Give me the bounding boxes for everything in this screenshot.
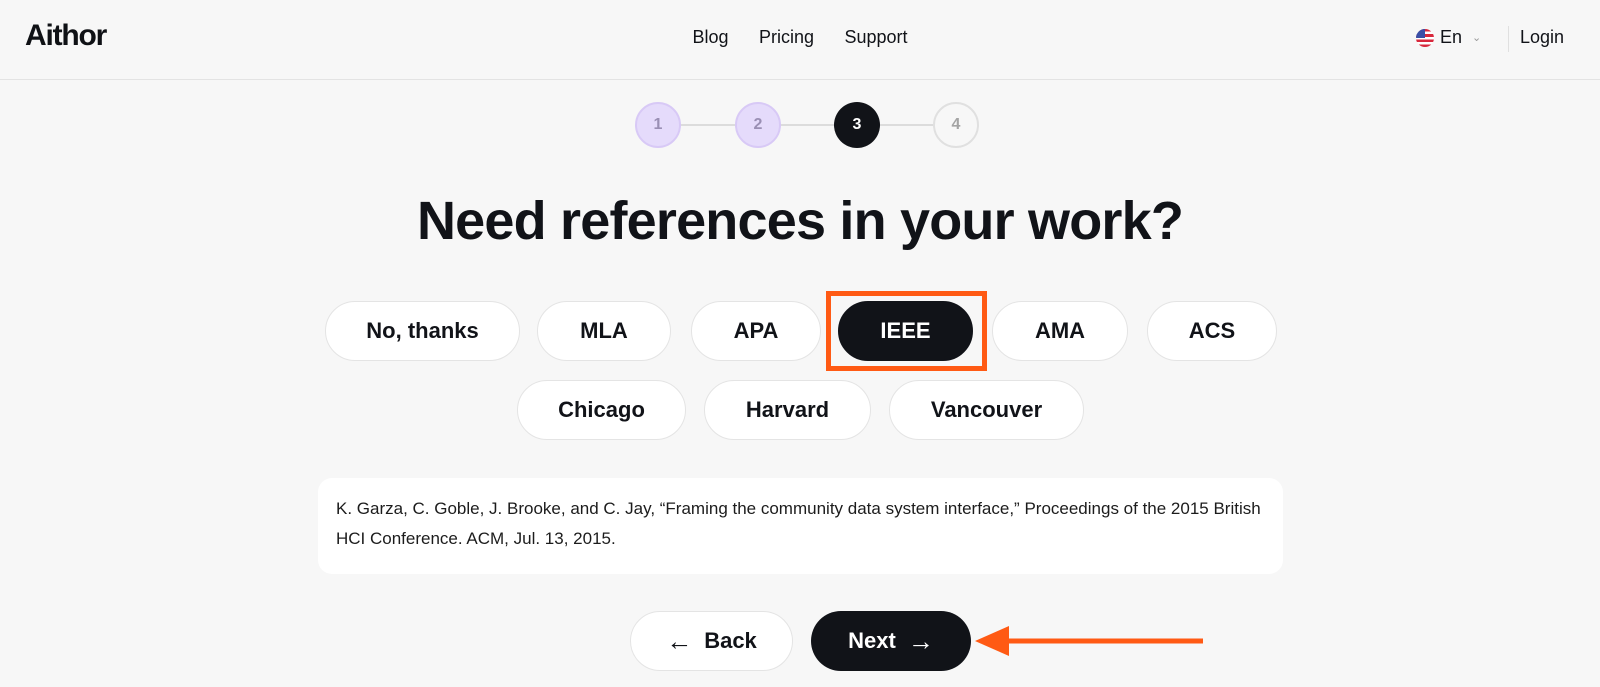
back-button[interactable]: ← Back bbox=[630, 611, 793, 671]
step-connector bbox=[879, 124, 935, 126]
nav-pricing[interactable]: Pricing bbox=[759, 27, 814, 48]
step-3-current: 3 bbox=[834, 102, 880, 148]
top-header: Aithor Blog Pricing Support En ⌄ Login bbox=[0, 0, 1600, 80]
step-connector bbox=[779, 124, 835, 126]
style-option-vancouver[interactable]: Vancouver bbox=[889, 380, 1084, 440]
arrow-right-icon: → bbox=[907, 626, 934, 656]
main-nav: Blog Pricing Support bbox=[0, 27, 1600, 48]
citation-preview: K. Garza, C. Goble, J. Brooke, and C. Ja… bbox=[318, 478, 1283, 574]
style-option-harvard[interactable]: Harvard bbox=[704, 380, 871, 440]
style-option-mla[interactable]: MLA bbox=[537, 301, 671, 361]
us-flag-icon bbox=[1416, 28, 1434, 47]
step-4: 4 bbox=[933, 102, 979, 148]
style-option-no-thanks[interactable]: No, thanks bbox=[325, 301, 520, 361]
step-connector bbox=[679, 124, 735, 126]
nav-support[interactable]: Support bbox=[844, 27, 907, 48]
language-selector[interactable]: En ⌄ bbox=[1416, 27, 1481, 48]
style-option-acs[interactable]: ACS bbox=[1147, 301, 1277, 361]
step-progress: 1 2 3 4 bbox=[635, 102, 979, 148]
header-divider bbox=[1508, 26, 1509, 52]
back-label: Back bbox=[704, 628, 757, 653]
arrow-left-icon: ← bbox=[666, 626, 693, 656]
callout-arrow-icon bbox=[975, 626, 1203, 656]
style-option-chicago[interactable]: Chicago bbox=[517, 380, 686, 440]
style-option-apa[interactable]: APA bbox=[691, 301, 821, 361]
next-label: Next bbox=[848, 628, 896, 653]
step-1[interactable]: 1 bbox=[635, 102, 681, 148]
language-label: En bbox=[1440, 27, 1463, 47]
selection-highlight-box bbox=[826, 291, 987, 371]
chevron-down-icon: ⌄ bbox=[1472, 32, 1482, 44]
nav-blog[interactable]: Blog bbox=[692, 27, 728, 48]
step-2[interactable]: 2 bbox=[735, 102, 781, 148]
page-title: Need references in your work? bbox=[416, 191, 1184, 251]
login-link[interactable]: Login bbox=[1520, 27, 1564, 48]
next-button[interactable]: Next → bbox=[811, 611, 971, 671]
style-option-ama[interactable]: AMA bbox=[992, 301, 1128, 361]
